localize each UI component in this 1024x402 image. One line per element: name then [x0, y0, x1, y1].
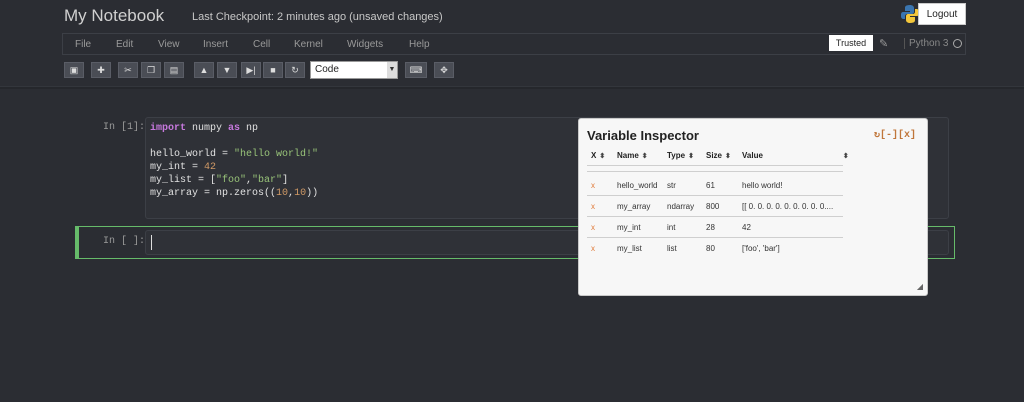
move-up-button[interactable]: ▲	[194, 62, 214, 78]
header-rule	[587, 165, 843, 166]
variable-inspector-panel[interactable]: Variable Inspector ↻[-][x] X ⬍ Name ⬍ Type…	[578, 118, 928, 296]
run-button[interactable]: ▶|	[241, 62, 261, 78]
text-cursor	[151, 235, 152, 250]
save-icon: ▣	[69, 64, 79, 75]
remove-variable-button[interactable]: x	[591, 181, 595, 190]
menu-insert[interactable]: Insert	[203, 39, 228, 50]
inspector-title: Variable Inspector	[587, 128, 699, 143]
keyboard-icon: ⌨	[409, 64, 423, 75]
cell-type-value: Code	[315, 64, 339, 75]
code-editor[interactable]: import numpy as np hello_world = "hello …	[150, 122, 318, 200]
insert-cell-button[interactable]: ✚	[91, 62, 111, 78]
notebook-title[interactable]: My Notebook	[64, 6, 164, 26]
menu-cell[interactable]: Cell	[253, 39, 270, 50]
stop-icon: ■	[270, 65, 276, 75]
notebook-header: My Notebook Last Checkpoint: 2 minutes a…	[0, 0, 1024, 32]
table-row: x my_array ndarray 800 [[ 0. 0. 0. 0. 0.…	[591, 202, 834, 211]
inspector-controls[interactable]: ↻[-][x]	[874, 129, 916, 141]
kernel-status-icon	[953, 39, 962, 48]
header-rule	[587, 171, 843, 172]
paste-icon: ▤	[169, 64, 179, 75]
edit-pencil-icon[interactable]: ✎	[879, 37, 888, 50]
cut-icon: ✂	[124, 64, 132, 75]
col-header-value[interactable]: Value ⬍	[742, 151, 849, 160]
cut-button[interactable]: ✂	[118, 62, 138, 78]
command-palette-button[interactable]: ⌨	[405, 62, 427, 78]
cell-prompt: In [1]:	[103, 122, 146, 133]
resize-handle-icon[interactable]: ◢	[917, 282, 923, 291]
remove-variable-button[interactable]: x	[591, 202, 595, 211]
toolbar: ▣ ✚ ✂ ❐ ▤ ▲ ▼ ▶| ■ ↻ Code ▼ ⌨ ✥	[0, 60, 1024, 82]
table-row: x my_list list 80 ['foo', 'bar']	[591, 244, 780, 253]
checkpoint-status: Last Checkpoint: 2 minutes ago (unsaved …	[192, 11, 443, 23]
chevron-down-icon[interactable]: ▼	[387, 62, 397, 78]
trusted-indicator[interactable]: Trusted	[829, 35, 873, 51]
move-down-button[interactable]: ▼	[217, 62, 237, 78]
sort-icon: ⬍	[725, 153, 731, 160]
cell-prompt-empty: In [ ]:	[103, 236, 146, 247]
run-icon: ▶|	[246, 64, 256, 75]
col-header-size[interactable]: Size ⬍	[706, 151, 731, 160]
menu-help[interactable]: Help	[409, 39, 430, 50]
logout-button[interactable]: Logout	[918, 3, 966, 25]
plus-icon: ✚	[97, 64, 105, 75]
col-header-x[interactable]: X ⬍	[591, 151, 605, 160]
cell-type-select[interactable]: Code ▼	[310, 61, 398, 79]
col-header-name[interactable]: Name ⬍	[617, 151, 648, 160]
sort-icon: ⬍	[842, 153, 849, 160]
sort-icon: ⬍	[688, 153, 694, 160]
table-row: x my_int int 28 42	[591, 223, 751, 232]
table-row: x hello_world str 61 hello world!	[591, 181, 783, 190]
restart-button[interactable]: ↻	[285, 62, 305, 78]
arrow-down-icon: ▼	[222, 65, 232, 75]
restart-icon: ↻	[291, 64, 299, 75]
arrow-up-icon: ▲	[199, 65, 209, 75]
copy-icon: ❐	[146, 64, 156, 75]
sort-icon: ⬍	[641, 153, 648, 160]
save-button[interactable]: ▣	[64, 62, 84, 78]
move-button[interactable]: ✥	[434, 62, 454, 78]
sort-icon: ⬍	[599, 153, 606, 160]
menu-widgets[interactable]: Widgets	[347, 39, 383, 50]
remove-variable-button[interactable]: x	[591, 244, 595, 253]
paste-button[interactable]: ▤	[164, 62, 184, 78]
header-divider	[0, 86, 1024, 89]
menu-kernel[interactable]: Kernel	[294, 39, 323, 50]
move-icon: ✥	[440, 64, 448, 75]
remove-variable-button[interactable]: x	[591, 223, 595, 232]
python-logo-icon	[901, 5, 919, 23]
menu-file[interactable]: File	[75, 39, 91, 50]
copy-button[interactable]: ❐	[141, 62, 161, 78]
kernel-name: Python 3	[904, 38, 948, 49]
menu-view[interactable]: View	[158, 39, 180, 50]
col-header-type[interactable]: Type ⬍	[667, 151, 694, 160]
menu-edit[interactable]: Edit	[116, 39, 133, 50]
interrupt-button[interactable]: ■	[263, 62, 283, 78]
